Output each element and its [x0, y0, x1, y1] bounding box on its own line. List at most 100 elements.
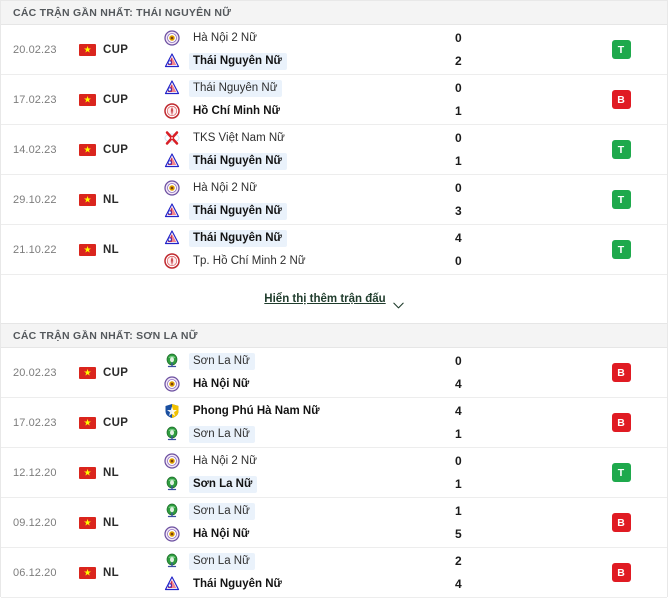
hochiminh-logo	[164, 103, 180, 119]
match-row[interactable]: 20.02.23 ★ CUP Hà Nội 2 Nữ Thái Nguyên N…	[1, 25, 667, 75]
teams-cell: TKS Việt Nam Nữ Thái Nguyên Nữ	[161, 125, 455, 174]
result-badge-loss: B	[611, 513, 631, 532]
team-line-home[interactable]: TKS Việt Nam Nữ	[164, 130, 455, 147]
result-cell: T	[575, 125, 667, 174]
team-name-home: Sơn La Nữ	[189, 502, 255, 520]
competition-cell[interactable]: ★ NL	[79, 548, 161, 597]
team-line-home[interactable]: Sơn La Nữ	[164, 502, 455, 520]
score-line-away: 3	[455, 203, 575, 220]
teams-cell: Thái Nguyên Nữ Hồ Chí Minh Nữ	[161, 75, 455, 124]
match-row[interactable]: 17.02.23 ★ CUP Phong Phú Hà Nam Nữ Sơn L…	[1, 398, 667, 448]
scores-cell: 0 1	[455, 448, 575, 497]
score-away: 1	[455, 476, 462, 491]
team-line-home[interactable]: Hà Nội 2 Nữ	[164, 180, 455, 197]
team-line-away[interactable]: Thái Nguyên Nữ	[164, 202, 455, 220]
phongphu-logo	[164, 403, 180, 419]
score-line-home: 0	[455, 80, 575, 97]
competition-cell[interactable]: ★ NL	[79, 175, 161, 224]
competition-cell[interactable]: ★ CUP	[79, 75, 161, 124]
scores-cell: 0 2	[455, 25, 575, 74]
competition-cell[interactable]: ★ CUP	[79, 348, 161, 397]
hanoi2-logo	[164, 453, 180, 469]
sonla-logo	[164, 353, 180, 369]
match-row[interactable]: 20.02.23 ★ CUP Sơn La Nữ Hà Nội Nữ 0 4 B	[1, 348, 667, 398]
competition-cell[interactable]: ★ CUP	[79, 398, 161, 447]
score-home: 4	[455, 230, 462, 245]
match-row[interactable]: 06.12.20 ★ NL Sơn La Nữ Thái Nguyên Nữ 2…	[1, 548, 667, 598]
match-date: 17.02.23	[13, 93, 57, 106]
score-line-home: 4	[455, 230, 575, 247]
vietnam-flag: ★	[79, 243, 96, 256]
score-away: 4	[455, 576, 462, 591]
result-badge-loss: B	[611, 363, 631, 382]
match-date: 20.02.23	[13, 366, 57, 379]
sonla-logo	[164, 503, 180, 519]
team-line-home[interactable]: Thái Nguyên Nữ	[164, 79, 455, 97]
competition-cell[interactable]: ★ NL	[79, 225, 161, 274]
competition-cell[interactable]: ★ NL	[79, 448, 161, 497]
score-away: 1	[455, 153, 462, 168]
team-line-away[interactable]: Thái Nguyên Nữ	[164, 152, 455, 170]
team-line-home[interactable]: Hà Nội 2 Nữ	[164, 453, 455, 470]
match-row[interactable]: 14.02.23 ★ CUP TKS Việt Nam Nữ Thái Nguy…	[1, 125, 667, 175]
match-date: 17.02.23	[13, 416, 57, 429]
teams-cell: Sơn La Nữ Hà Nội Nữ	[161, 348, 455, 397]
team-name-away: Hà Nội Nữ	[193, 527, 250, 540]
match-date-cell: 21.10.22	[1, 225, 79, 274]
show-more-matches-button[interactable]: Hiển thị thêm trận đấu	[264, 293, 404, 308]
result-badge-win: T	[611, 463, 631, 482]
team-line-home[interactable]: Thái Nguyên Nữ	[164, 229, 455, 247]
thainguyen-logo	[164, 203, 180, 219]
competition-cell[interactable]: ★ CUP	[79, 25, 161, 74]
team-name-home: Hà Nội 2 Nữ	[193, 31, 257, 44]
team-line-home[interactable]: Phong Phú Hà Nam Nữ	[164, 403, 455, 420]
teams-cell: Hà Nội 2 Nữ Thái Nguyên Nữ	[161, 25, 455, 74]
scores-cell: 0 4	[455, 348, 575, 397]
scores-cell: 4 0	[455, 225, 575, 274]
competition-cell[interactable]: ★ CUP	[79, 125, 161, 174]
section-header-title: CÁC TRẬN GẦN NHẤT: SƠN LA NỮ	[13, 329, 198, 342]
match-date-cell: 20.02.23	[1, 348, 79, 397]
team-line-away[interactable]: Sơn La Nữ	[164, 425, 455, 443]
match-date-cell: 29.10.22	[1, 175, 79, 224]
team-line-away[interactable]: Tp. Hồ Chí Minh 2 Nữ	[164, 253, 455, 270]
team-line-home[interactable]: Hà Nội 2 Nữ	[164, 30, 455, 47]
competition-label: NL	[103, 193, 119, 206]
section-thai-nguyen: CÁC TRẬN GẦN NHẤT: THÁI NGUYÊN NỮ 20.02.…	[1, 1, 667, 324]
flag-star-icon: ★	[83, 367, 92, 377]
team-line-home[interactable]: Sơn La Nữ	[164, 352, 455, 370]
thainguyen-logo	[164, 230, 180, 246]
team-name-home: Hà Nội 2 Nữ	[193, 181, 257, 194]
competition-label: CUP	[103, 43, 129, 56]
match-row[interactable]: 17.02.23 ★ CUP Thái Nguyên Nữ Hồ Chí Min…	[1, 75, 667, 125]
competition-cell[interactable]: ★ NL	[79, 498, 161, 547]
chevron-down-icon	[392, 296, 404, 308]
team-line-away[interactable]: Hà Nội Nữ	[164, 526, 455, 543]
competition-label: CUP	[103, 143, 129, 156]
score-away: 1	[455, 103, 462, 118]
score-line-away: 4	[455, 376, 575, 393]
flag-star-icon: ★	[83, 467, 92, 477]
team-name-home: Phong Phú Hà Nam Nữ	[193, 404, 320, 417]
result-cell: T	[575, 225, 667, 274]
team-line-away[interactable]: Sơn La Nữ	[164, 475, 455, 493]
team-line-away[interactable]: Hồ Chí Minh Nữ	[164, 103, 455, 120]
match-row[interactable]: 09.12.20 ★ NL Sơn La Nữ Hà Nội Nữ 1 5 B	[1, 498, 667, 548]
sonla-logo	[164, 476, 180, 492]
team-name-away: Sơn La Nữ	[189, 475, 258, 493]
match-date: 29.10.22	[13, 193, 57, 206]
team-line-home[interactable]: Sơn La Nữ	[164, 552, 455, 570]
team-line-away[interactable]: Thái Nguyên Nữ	[164, 52, 455, 70]
team-line-away[interactable]: Thái Nguyên Nữ	[164, 576, 455, 593]
match-row[interactable]: 21.10.22 ★ NL Thái Nguyên Nữ Tp. Hồ Chí …	[1, 225, 667, 275]
hochiminh2-logo	[164, 253, 180, 269]
team-name-away: Sơn La Nữ	[189, 425, 255, 443]
recent-matches-panel: CÁC TRẬN GẦN NHẤT: THÁI NGUYÊN NỮ 20.02.…	[0, 0, 668, 598]
score-line-home: 2	[455, 553, 575, 570]
tks-logo	[164, 130, 180, 146]
match-row[interactable]: 12.12.20 ★ NL Hà Nội 2 Nữ Sơn La Nữ 0 1 …	[1, 448, 667, 498]
show-more-wrapper: Hiển thị thêm trận đấu	[1, 275, 667, 324]
match-row[interactable]: 29.10.22 ★ NL Hà Nội 2 Nữ Thái Nguyên Nữ…	[1, 175, 667, 225]
score-line-away: 4	[455, 576, 575, 593]
team-line-away[interactable]: Hà Nội Nữ	[164, 376, 455, 393]
